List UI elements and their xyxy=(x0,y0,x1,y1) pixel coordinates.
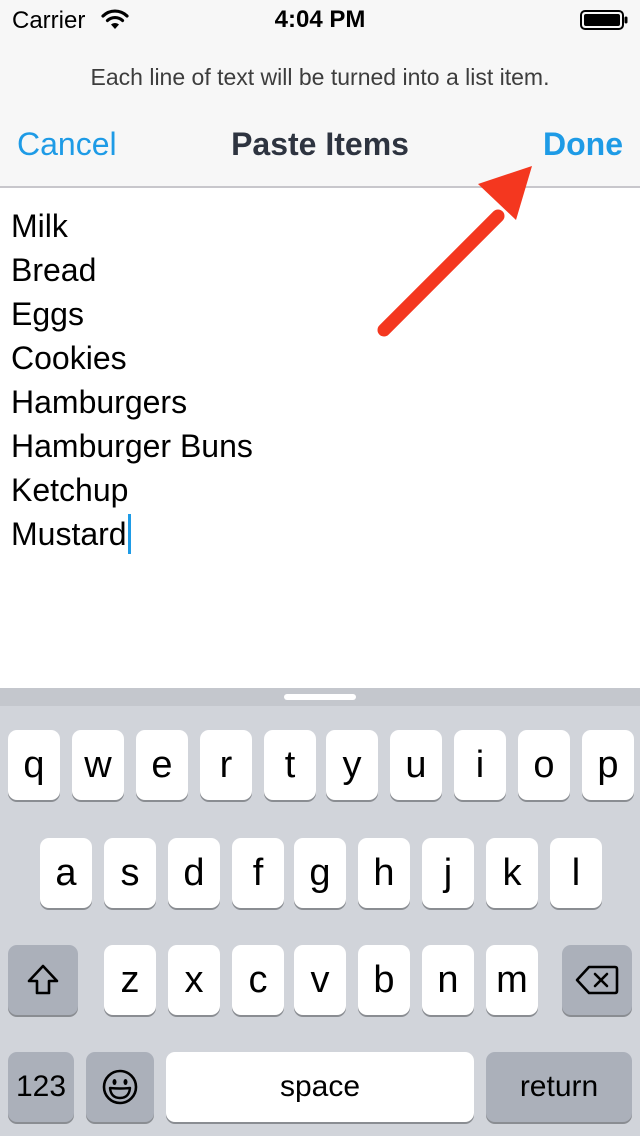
backspace-key[interactable] xyxy=(562,945,632,1015)
key[interactable]: n xyxy=(422,945,474,1015)
key[interactable]: t xyxy=(264,730,316,800)
text-line: Eggs xyxy=(11,296,84,332)
text-line-last: Mustard xyxy=(11,514,131,554)
text-line: Cookies xyxy=(11,340,127,376)
return-key[interactable]: return xyxy=(486,1052,632,1122)
shift-icon xyxy=(27,964,59,995)
keyboard-handle[interactable] xyxy=(284,694,356,700)
key[interactable]: w xyxy=(72,730,124,800)
status-bar: Carrier 4:04 PM xyxy=(0,0,640,40)
done-button[interactable]: Done xyxy=(543,126,623,163)
key[interactable]: a xyxy=(40,838,92,908)
key[interactable]: i xyxy=(454,730,506,800)
key[interactable]: v xyxy=(294,945,346,1015)
key[interactable]: o xyxy=(518,730,570,800)
key[interactable]: g xyxy=(294,838,346,908)
space-key[interactable]: space xyxy=(166,1052,474,1122)
key[interactable]: h xyxy=(358,838,410,908)
key[interactable]: x xyxy=(168,945,220,1015)
text-line: Ketchup xyxy=(11,472,129,508)
battery-icon xyxy=(580,10,628,30)
key[interactable]: k xyxy=(486,838,538,908)
key[interactable]: y xyxy=(326,730,378,800)
key[interactable]: l xyxy=(550,838,602,908)
key[interactable]: r xyxy=(200,730,252,800)
backspace-icon xyxy=(575,965,619,995)
key[interactable]: s xyxy=(104,838,156,908)
key[interactable]: j xyxy=(422,838,474,908)
text-line: Milk xyxy=(11,208,68,244)
shift-key[interactable] xyxy=(8,945,78,1015)
clock: 4:04 PM xyxy=(274,6,366,33)
text-line: Hamburger Buns xyxy=(11,428,253,464)
numbers-key[interactable]: 123 xyxy=(8,1052,74,1122)
text-line-label: Mustard xyxy=(11,516,127,552)
key[interactable]: u xyxy=(390,730,442,800)
key[interactable]: b xyxy=(358,945,410,1015)
text-cursor xyxy=(127,514,131,554)
key[interactable]: c xyxy=(232,945,284,1015)
emoji-key[interactable] xyxy=(86,1052,154,1122)
text-line: Bread xyxy=(11,252,97,288)
emoji-icon xyxy=(102,1069,138,1105)
annotation-arrow xyxy=(377,166,532,337)
key[interactable]: m xyxy=(486,945,538,1015)
text-line: Hamburgers xyxy=(11,384,188,420)
key[interactable]: e xyxy=(136,730,188,800)
instruction-text: Each line of text will be turned into a … xyxy=(90,64,550,90)
key[interactable]: f xyxy=(232,838,284,908)
key[interactable]: p xyxy=(582,730,634,800)
key[interactable]: q xyxy=(8,730,60,800)
keyboard: q w e r t y u i o p a s d f g h j k l z … xyxy=(0,688,640,1136)
key[interactable]: z xyxy=(104,945,156,1015)
key[interactable]: d xyxy=(168,838,220,908)
